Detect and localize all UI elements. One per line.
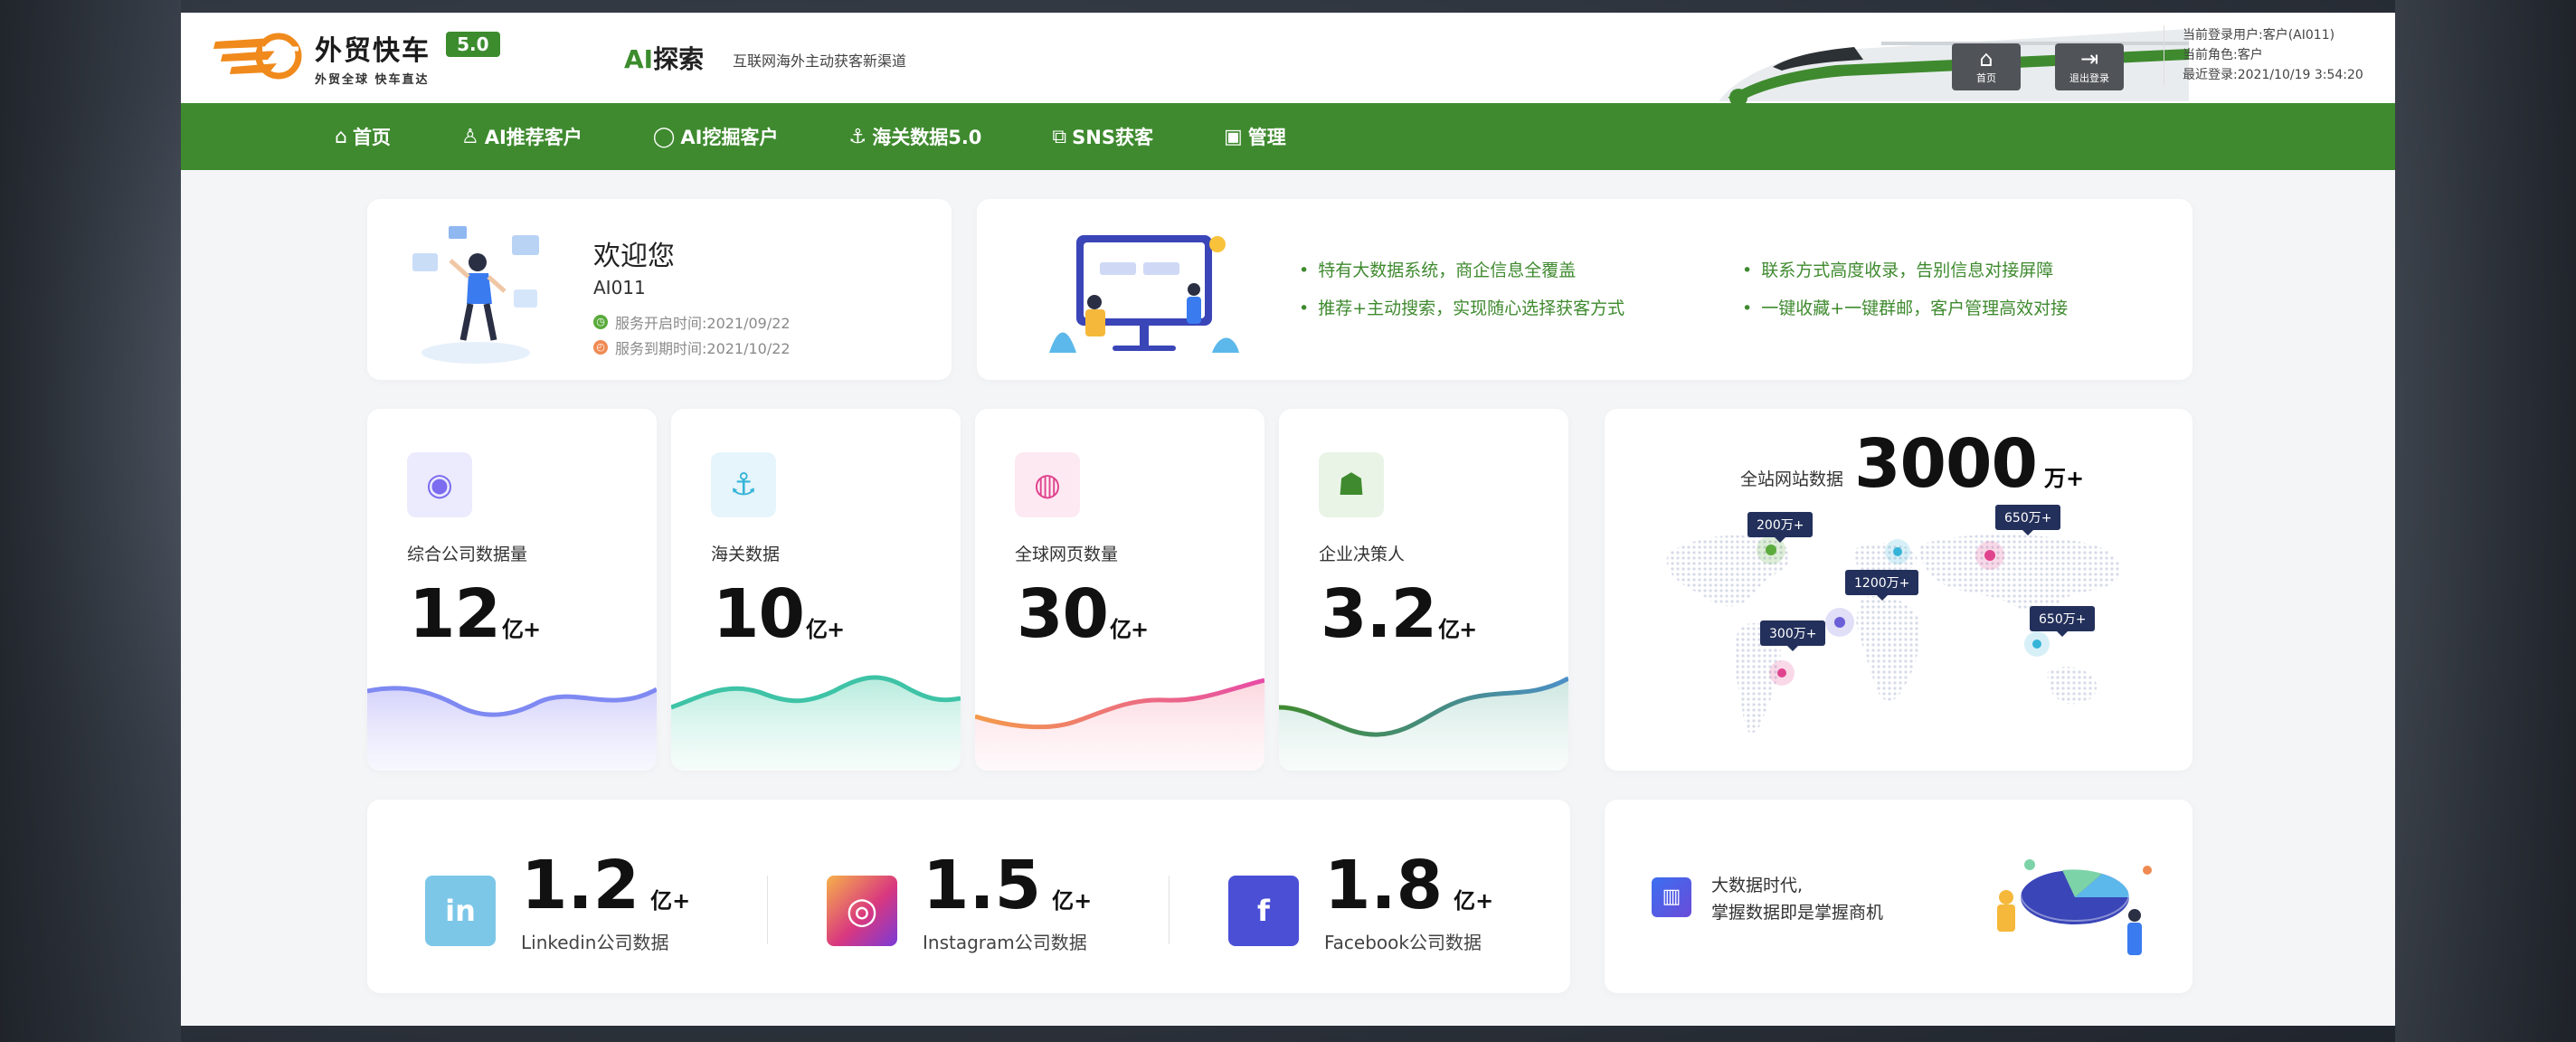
stat-value: 3.2亿+ xyxy=(1321,575,1477,653)
wave-chart xyxy=(671,675,961,771)
map-tag: 1200万+ xyxy=(1845,570,1919,601)
instagram-icon[interactable]: ◎ xyxy=(827,876,897,946)
feature-item: 推荐+主动搜索，实现随心选择获客方式 xyxy=(1299,295,1624,319)
top-header: 外贸快车 5.0 外贸全球 快车直达 AI探索 互联网海外主动获客新渠道 ⌂ 首… xyxy=(181,13,2395,105)
app-window: 外贸快车 5.0 外贸全球 快车直达 AI探索 互联网海外主动获客新渠道 ⌂ 首… xyxy=(181,13,2395,1026)
social-label: Linkedin公司数据 xyxy=(521,932,669,953)
world-map xyxy=(1666,534,2121,734)
share-icon: ⧉ xyxy=(1052,125,1067,148)
user-icon: ♙ xyxy=(460,125,479,148)
manage-icon: ▣ xyxy=(1223,125,1243,148)
logo-title: 外贸快车 xyxy=(315,34,431,67)
world-value: 3000 xyxy=(1854,425,2038,503)
current-user: 当前登录用户:客户(AI011) xyxy=(2183,28,2335,43)
world-header: 全站网站数据 3000 万+ xyxy=(1740,425,2084,503)
ai-explore-desc: 互联网海外主动获客新渠道 xyxy=(733,52,907,70)
welcome-username: AI011 xyxy=(593,277,646,298)
globe-icon: ◍ xyxy=(1015,452,1080,517)
world-unit: 万+ xyxy=(2043,466,2085,491)
stat-label: 海关数据 xyxy=(711,545,781,564)
stat-label: 全球网页数量 xyxy=(1015,545,1119,564)
map-tag: 650万+ xyxy=(1995,505,2061,535)
bigdata-card: ▥ 大数据时代, 掌握数据即是掌握商机 xyxy=(1605,800,2192,993)
logout-icon: ⇥ xyxy=(2079,46,2099,71)
social-value: 1.8 亿+ xyxy=(1324,847,1494,924)
bigdata-text: 大数据时代, 掌握数据即是掌握商机 xyxy=(1711,876,1884,923)
user-info: 当前登录用户:客户(AI011) 当前角色:客户 最近登录:2021/10/19… xyxy=(2164,25,2363,85)
people-icon: ☗ xyxy=(1319,452,1384,517)
home-icon: ⌂ xyxy=(1979,46,1994,71)
clock-icon: ◷ xyxy=(593,315,608,329)
stat-card-decision-makers[interactable]: ☗ 企业决策人 3.2亿+ xyxy=(1279,409,1568,771)
nav-item-ai-mining[interactable]: ◯ AI挖掘客户 xyxy=(653,123,779,150)
social-label: Facebook公司数据 xyxy=(1324,932,1482,953)
last-login: 最近登录:2021/10/19 3:54:20 xyxy=(2183,68,2363,82)
stat-label: 综合公司数据量 xyxy=(407,545,528,564)
background-right xyxy=(2395,0,2576,1042)
linkedin-icon[interactable]: in xyxy=(425,876,496,946)
expire-icon: ◴ xyxy=(593,340,608,355)
map-marker xyxy=(1825,608,1854,637)
nav-item-ai-recommend[interactable]: ♙ AI推荐客户 xyxy=(461,123,582,150)
stat-value: 10亿+ xyxy=(713,575,845,653)
service-start: ◷ 服务开启时间:2021/09/22 xyxy=(593,311,791,333)
map-tag: 650万+ xyxy=(2030,606,2096,637)
nav-item-manage[interactable]: ▣ 管理 xyxy=(1224,123,1286,150)
current-role: 当前角色:客户 xyxy=(2183,48,2263,62)
world-label: 全站网站数据 xyxy=(1740,469,1844,489)
wave-chart xyxy=(975,677,1264,771)
stat-label: 企业决策人 xyxy=(1319,545,1406,564)
feature-item: 一键收藏+一键群邮，客户管理高效对接 xyxy=(1742,295,2068,319)
map-marker xyxy=(2024,631,2050,657)
stat-card-webpages[interactable]: ◍ 全球网页数量 30亿+ xyxy=(975,409,1264,771)
stat-card-company[interactable]: ◉ 综合公司数据量 12亿+ xyxy=(367,409,657,771)
feature-item: 联系方式高度收录，告别信息对接屏障 xyxy=(1742,257,2053,281)
welcome-title: 欢迎您 xyxy=(593,241,675,272)
world-data-card: 全站网站数据 3000 万+ 200万+ 650万+ 1200万+ 300万+ … xyxy=(1605,409,2192,771)
logo[interactable]: 外贸快车 5.0 外贸全球 快车直达 xyxy=(208,25,500,89)
social-data-card: in 1.2 亿+ Linkedin公司数据 ◎ 1.5 亿+ Instagram公… xyxy=(367,800,1570,993)
wave-chart xyxy=(1279,676,1568,771)
features-illustration xyxy=(1049,235,1239,353)
feature-item: 特有大数据系统，商企信息全覆盖 xyxy=(1299,257,1576,281)
chat-icon: ◯ xyxy=(652,125,676,148)
divider xyxy=(767,876,768,944)
main-nav: ⌂ 首页 ♙ AI推荐客户 ◯ AI挖掘客户 ⚓ 海关数据5.0 ⧉ SNS获客… xyxy=(181,103,2395,170)
stat-value: 12亿+ xyxy=(409,575,541,653)
anchor-icon: ⚓ xyxy=(848,125,867,148)
anchor-icon: ⚓ xyxy=(711,452,776,517)
divider xyxy=(1169,876,1170,944)
social-value: 1.2 亿+ xyxy=(521,847,691,924)
welcome-illustration xyxy=(412,226,539,364)
features-card: 特有大数据系统，商企信息全覆盖 推荐+主动搜索，实现随心选择获客方式 联系方式高… xyxy=(977,199,2192,380)
nav-item-home[interactable]: ⌂ 首页 xyxy=(335,123,391,150)
home-icon: ⌂ xyxy=(335,125,347,148)
wave-chart xyxy=(367,686,657,771)
map-marker xyxy=(1769,660,1795,686)
map-tag: 300万+ xyxy=(1760,620,1826,651)
nav-item-customs[interactable]: ⚓ 海关数据5.0 xyxy=(848,123,981,150)
ai-explore-title: AI探索 xyxy=(624,44,705,74)
stat-card-customs[interactable]: ⚓ 海关数据 10亿+ xyxy=(671,409,961,771)
header-home-button[interactable]: ⌂ 首页 xyxy=(1952,43,2021,90)
service-end: ◴ 服务到期时间:2021/10/22 xyxy=(593,336,791,358)
facebook-icon[interactable]: f xyxy=(1228,876,1299,946)
social-label: Instagram公司数据 xyxy=(923,932,1087,953)
chart-icon: ▥ xyxy=(1652,877,1691,917)
bigdata-illustration xyxy=(1997,859,2152,955)
map-tag: 200万+ xyxy=(1747,512,1814,543)
welcome-card: 欢迎您 AI011 ◷ 服务开启时间:2021/09/22 ◴ 服务到期时间:2… xyxy=(367,199,952,380)
social-value: 1.5 亿+ xyxy=(923,847,1093,924)
background-left xyxy=(0,0,181,1042)
map-marker xyxy=(1885,539,1910,564)
logout-button[interactable]: ⇥ 退出登录 xyxy=(2055,43,2124,90)
version-badge: 5.0 xyxy=(446,31,500,57)
nav-item-sns[interactable]: ⧉ SNS获客 xyxy=(1052,123,1153,150)
stat-value: 30亿+ xyxy=(1017,575,1149,653)
logo-subtitle: 外贸全球 快车直达 xyxy=(315,72,430,87)
planet-icon: ◉ xyxy=(407,452,472,517)
map-marker xyxy=(1975,541,2004,570)
logo-wings-icon xyxy=(208,25,308,89)
